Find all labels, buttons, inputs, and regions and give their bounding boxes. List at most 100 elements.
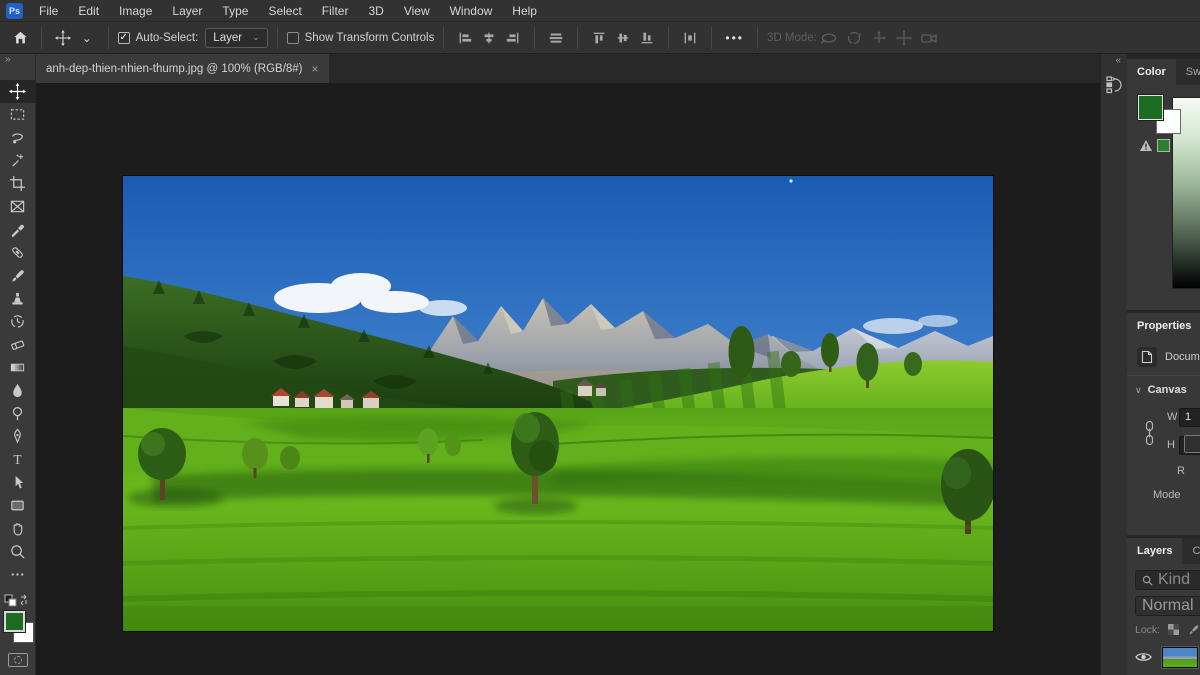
chevron-down-icon[interactable]: ∨ xyxy=(1135,385,1142,396)
clone-stamp-tool[interactable] xyxy=(0,287,36,310)
search-icon xyxy=(1142,575,1153,586)
document-properties-icon xyxy=(1137,347,1157,367)
history-brush-tool[interactable] xyxy=(0,310,36,333)
more-options-button[interactable]: ••• xyxy=(721,31,748,45)
color-swatch-pair[interactable] xyxy=(1,611,35,645)
dock-collapse-icon[interactable]: « xyxy=(1115,54,1127,66)
auto-select-target-dropdown[interactable]: Layer ⌄ xyxy=(205,28,267,48)
color-panel: Color Swatches xyxy=(1127,59,1200,310)
menu-window[interactable]: Window xyxy=(440,0,503,22)
properties-panel: Properties Document ∨ Canvas xyxy=(1127,313,1200,535)
menu-edit[interactable]: Edit xyxy=(68,0,109,22)
align-center-horizontal-icon[interactable] xyxy=(477,26,501,50)
orientation-button[interactable] xyxy=(1184,435,1200,453)
separator xyxy=(534,27,535,49)
link-dimensions-icon[interactable] xyxy=(1143,420,1156,449)
auto-select-checkbox[interactable]: ✓ xyxy=(118,32,130,44)
color-panel-foreground-swatch[interactable] xyxy=(1138,95,1163,120)
pen-tool[interactable] xyxy=(0,425,36,448)
edit-toolbar-button[interactable] xyxy=(0,563,36,586)
foreground-color-swatch[interactable] xyxy=(4,611,25,632)
path-selection-tool[interactable] xyxy=(0,471,36,494)
default-colors-icon[interactable] xyxy=(4,594,26,608)
move-preset-caret-icon[interactable]: ⌄ xyxy=(75,28,99,48)
blend-mode-dropdown[interactable]: Normal xyxy=(1135,596,1200,616)
object-selection-tool[interactable] xyxy=(0,149,36,172)
eyedropper-tool[interactable] xyxy=(0,218,36,241)
menu-type[interactable]: Type xyxy=(212,0,258,22)
lock-transparency-icon[interactable] xyxy=(1167,623,1180,636)
tab-channels[interactable]: Channels xyxy=(1182,538,1200,564)
brush-tool[interactable] xyxy=(0,264,36,287)
separator xyxy=(757,27,758,49)
layers-panel: Layers Channels Kind Normal Lock: xyxy=(1127,538,1200,675)
lock-pixels-icon[interactable] xyxy=(1187,623,1200,636)
blur-tool[interactable] xyxy=(0,379,36,402)
separator xyxy=(577,27,578,49)
move-tool-preset-icon[interactable] xyxy=(51,26,75,50)
menu-layer[interactable]: Layer xyxy=(162,0,212,22)
crop-tool[interactable] xyxy=(0,172,36,195)
options-bar: ⌄ ✓ Auto-Select: Layer ⌄ Show Transform … xyxy=(0,22,1200,54)
layer-filter-placeholder: Kind xyxy=(1158,571,1190,589)
distribute-horizontal-icon[interactable] xyxy=(678,26,702,50)
document-tab-bar: anh-dep-thien-nhien-thump.jpg @ 100% (RG… xyxy=(36,54,1100,83)
history-panel-icon[interactable] xyxy=(1103,72,1125,98)
show-transform-label: Show Transform Controls xyxy=(305,32,435,44)
rectangle-tool[interactable] xyxy=(0,494,36,517)
rectangular-marquee-tool[interactable] xyxy=(0,103,36,126)
menu-help[interactable]: Help xyxy=(502,0,547,22)
3d-camera-icon xyxy=(917,26,942,50)
type-tool-glyph: T xyxy=(13,452,21,467)
3d-mode-label: 3D Mode: xyxy=(767,32,817,44)
layer-row[interactable] xyxy=(1127,644,1200,670)
tab-properties[interactable]: Properties xyxy=(1127,313,1200,339)
close-tab-icon[interactable]: × xyxy=(312,62,319,76)
align-left-icon[interactable] xyxy=(453,26,477,50)
spot-healing-brush-tool[interactable] xyxy=(0,241,36,264)
gradient-tool[interactable] xyxy=(0,356,36,379)
lasso-tool[interactable] xyxy=(0,126,36,149)
quick-mask-button[interactable] xyxy=(8,653,28,667)
layer-thumbnail[interactable] xyxy=(1162,647,1198,668)
move-tool[interactable] xyxy=(0,80,36,103)
menu-file[interactable]: File xyxy=(29,0,68,22)
frame-tool[interactable] xyxy=(0,195,36,218)
zoom-tool[interactable] xyxy=(0,540,36,563)
type-tool[interactable]: T xyxy=(0,448,36,471)
layer-filter-field[interactable]: Kind xyxy=(1135,570,1200,590)
align-middle-icon[interactable] xyxy=(544,26,568,50)
3d-pan-icon xyxy=(867,26,892,50)
photoshop-window: Ps File Edit Image Layer Type Select Fil… xyxy=(0,0,1200,675)
document-properties-label: Document xyxy=(1165,351,1200,363)
tab-layers[interactable]: Layers xyxy=(1127,538,1182,564)
menu-select[interactable]: Select xyxy=(258,0,311,22)
menu-image[interactable]: Image xyxy=(109,0,162,22)
document-tab[interactable]: anh-dep-thien-nhien-thump.jpg @ 100% (RG… xyxy=(36,54,329,83)
gamut-warning-icon[interactable] xyxy=(1139,139,1153,152)
landscape-image[interactable] xyxy=(123,176,993,631)
width-field[interactable]: 1 xyxy=(1179,408,1200,427)
align-right-icon[interactable] xyxy=(501,26,525,50)
hand-tool[interactable] xyxy=(0,517,36,540)
separator xyxy=(668,27,669,49)
menu-3d[interactable]: 3D xyxy=(358,0,393,22)
document-title: anh-dep-thien-nhien-thump.jpg @ 100% (RG… xyxy=(46,63,303,75)
distribute-center-icon[interactable] xyxy=(611,26,635,50)
home-icon[interactable] xyxy=(8,26,32,50)
menu-view[interactable]: View xyxy=(394,0,440,22)
distribute-bottom-icon[interactable] xyxy=(635,26,659,50)
tab-swatches[interactable]: Swatches xyxy=(1176,59,1200,85)
distribute-top-icon[interactable] xyxy=(587,26,611,50)
tab-color[interactable]: Color xyxy=(1127,59,1176,85)
dodge-tool[interactable] xyxy=(0,402,36,425)
menu-filter[interactable]: Filter xyxy=(312,0,359,22)
toolbar-collapse-icon[interactable]: » xyxy=(0,54,11,66)
gamut-color-swatch[interactable] xyxy=(1157,139,1170,152)
tools-panel: » xyxy=(0,54,36,675)
layer-visibility-eye-icon[interactable] xyxy=(1135,651,1152,663)
eraser-tool[interactable] xyxy=(0,333,36,356)
separator xyxy=(41,27,42,49)
canvas-area[interactable] xyxy=(36,83,1100,675)
show-transform-checkbox[interactable] xyxy=(287,32,299,44)
